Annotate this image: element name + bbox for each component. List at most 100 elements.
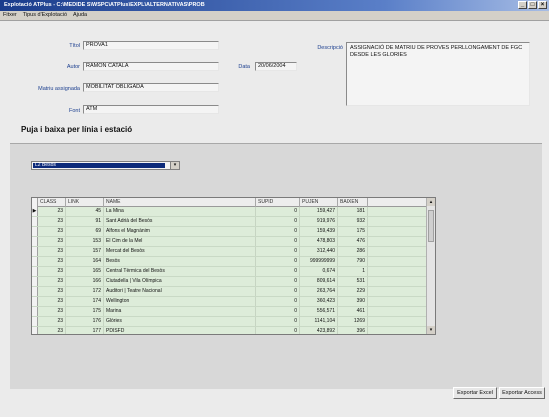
table-row[interactable]: 23 69 Alfons el Magnànim 0 159,439 175: [32, 227, 426, 237]
menu-tipus-explotacio[interactable]: Tipus d'Explotació: [23, 11, 67, 20]
cell-class: 23: [38, 237, 66, 246]
cell-class: 23: [38, 247, 66, 256]
cell-supid: 0: [256, 287, 300, 296]
export-excel-button[interactable]: Exportar Excel: [453, 387, 497, 399]
cell-supid: 0: [256, 327, 300, 334]
table-row[interactable]: 23 175 Marina 0 556,571 461: [32, 307, 426, 317]
cell-link: 91: [66, 217, 104, 226]
column-header-supid[interactable]: SUPID: [256, 198, 300, 207]
cell-link: 175: [66, 307, 104, 316]
table-header: CLASS LINK NAME SUPID PUJEN BAIXEN: [32, 198, 426, 207]
scroll-thumb[interactable]: [428, 210, 434, 242]
font-field[interactable]: ATM: [83, 105, 219, 114]
cell-pujen: 1141,104: [300, 317, 338, 326]
cell-link: 45: [66, 207, 104, 216]
table-row[interactable]: 23 172 Auditori | Teatre Nacional 0 263,764 2…: [32, 287, 426, 297]
data-field[interactable]: 20/06/2004: [255, 62, 297, 71]
main-form: Títol PROVA1 Autor RAMON CATALA Data 20/…: [0, 20, 549, 417]
table-row[interactable]: 23 174 Wellington 0 360,423 390: [32, 297, 426, 307]
column-header-class[interactable]: CLASS: [38, 198, 66, 207]
close-icon[interactable]: ×: [538, 1, 547, 9]
cell-pujen: 0,674: [300, 267, 338, 276]
cell-supid: 0: [256, 297, 300, 306]
cell-baixen: 286: [338, 247, 368, 256]
menu-bar: Fitxer Tipus d'Explotació Ajuda: [0, 11, 549, 20]
cell-name: Mercat del Besòs: [104, 247, 256, 256]
data-label: Data: [238, 64, 250, 70]
cell-name: El Cim de la Mel: [104, 237, 256, 246]
window-title: Explotació ATPlus - C:\MEDIDE S\WSPC\ATP…: [4, 2, 205, 8]
cell-link: 176: [66, 317, 104, 326]
cell-baixen: 461: [338, 307, 368, 316]
cell-link: 172: [66, 287, 104, 296]
autor-field[interactable]: RAMON CATALA: [83, 62, 219, 71]
cell-name: Marina: [104, 307, 256, 316]
window-controls: _ □ ×: [518, 1, 547, 9]
cell-baixen: 476: [338, 237, 368, 246]
cell-class: 23: [38, 297, 66, 306]
cell-pujen: 312,440: [300, 247, 338, 256]
column-header-name[interactable]: NAME: [104, 198, 256, 207]
descripcio-label: Descripció: [317, 45, 343, 51]
cell-name: Central Tèrmica del Besòs: [104, 267, 256, 276]
cell-baixen: 1: [338, 267, 368, 276]
cell-supid: 0: [256, 277, 300, 286]
cell-pujen: 360,423: [300, 297, 338, 306]
section-title: Puja i baixa per línia i estació: [21, 125, 133, 134]
cell-pujen: 159,439: [300, 227, 338, 236]
results-table[interactable]: CLASS LINK NAME SUPID PUJEN BAIXEN ▶ 23 45…: [31, 197, 436, 335]
chevron-down-icon[interactable]: ▾: [170, 162, 179, 169]
table-row[interactable]: 23 176 Glòries 0 1141,104 1269: [32, 317, 426, 327]
scroll-down-icon[interactable]: ▾: [427, 326, 435, 334]
cell-link: 166: [66, 277, 104, 286]
line-select[interactable]: L2 Besòs ▾: [31, 161, 180, 170]
cell-link: 164: [66, 257, 104, 266]
table-row[interactable]: 23 91 Sant Adrià del Besòs 0 919,976 932: [32, 217, 426, 227]
table-row[interactable]: 23 166 Ciutadella | Vila Olímpica 0 809,614 5…: [32, 277, 426, 287]
cell-baixen: 181: [338, 207, 368, 216]
cell-name: Sant Adrià del Besòs: [104, 217, 256, 226]
menu-ajuda[interactable]: Ajuda: [73, 11, 87, 20]
cell-pujen: 423,892: [300, 327, 338, 334]
cell-class: 23: [38, 327, 66, 334]
cell-baixen: 1269: [338, 317, 368, 326]
cell-supid: 0: [256, 247, 300, 256]
table-row[interactable]: 23 165 Central Tèrmica del Besòs 0 0,674 1: [32, 267, 426, 277]
autor-label: Autor: [66, 64, 80, 70]
titol-label: Títol: [69, 43, 80, 49]
cell-link: 174: [66, 297, 104, 306]
table-row[interactable]: 23 177 PDISFD 0 423,892 396: [32, 327, 426, 334]
table-row[interactable]: 23 164 Besòs 0 999999999 790: [32, 257, 426, 267]
matriu-field[interactable]: MOBILITAT OBLIGADA: [83, 83, 219, 92]
matriu-label: Matriu assignada: [38, 86, 80, 92]
table-scrollbar[interactable]: ▴ ▾: [426, 198, 435, 334]
cell-name: Besòs: [104, 257, 256, 266]
cell-supid: 0: [256, 237, 300, 246]
export-access-button[interactable]: Exportar Access: [499, 387, 545, 399]
column-header-link[interactable]: LINK: [66, 198, 104, 207]
cell-baixen: 531: [338, 277, 368, 286]
cell-class: 23: [38, 317, 66, 326]
table-row[interactable]: 23 157 Mercat del Besòs 0 312,440 286: [32, 247, 426, 257]
cell-supid: 0: [256, 227, 300, 236]
titol-field[interactable]: PROVA1: [83, 41, 219, 50]
cell-class: 23: [38, 257, 66, 266]
cell-class: 23: [38, 217, 66, 226]
descripcio-field[interactable]: ASSIGNACIÓ DE MATRIU DE PROVES PERLLONGA…: [346, 42, 530, 106]
menu-fitxer[interactable]: Fitxer: [3, 11, 17, 20]
cell-pujen: 263,764: [300, 287, 338, 296]
cell-pujen: 809,614: [300, 277, 338, 286]
column-header-baixen[interactable]: BAIXEN: [338, 198, 368, 207]
column-header-pujen[interactable]: PUJEN: [300, 198, 338, 207]
cell-pujen: 999999999: [300, 257, 338, 266]
cell-pujen: 556,571: [300, 307, 338, 316]
cell-baixen: 396: [338, 327, 368, 334]
table-row[interactable]: 23 153 El Cim de la Mel 0 478,803 476: [32, 237, 426, 247]
cell-class: 23: [38, 307, 66, 316]
cell-supid: 0: [256, 267, 300, 276]
minimize-icon[interactable]: _: [518, 1, 527, 9]
scroll-up-icon[interactable]: ▴: [427, 198, 435, 206]
cell-pujen: 919,976: [300, 217, 338, 226]
table-row[interactable]: ▶ 23 45 La Mina 0 159,427 181: [32, 207, 426, 217]
maximize-icon[interactable]: □: [528, 1, 537, 9]
